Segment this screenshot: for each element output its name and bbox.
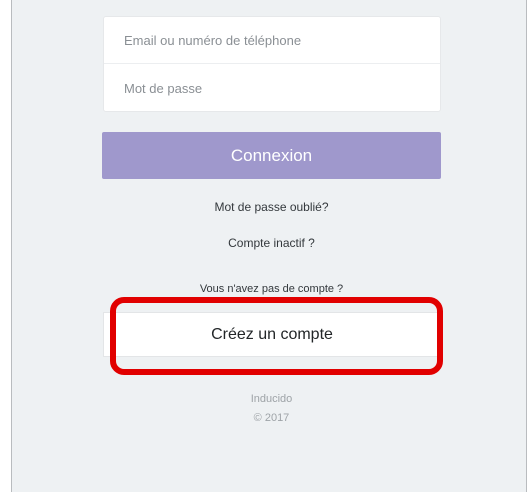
inactive-account-link[interactable]: Compte inactif ? [102, 236, 441, 250]
login-form: Email ou numéro de téléphone Mot de pass… [103, 16, 441, 112]
login-button[interactable]: Connexion [102, 132, 441, 179]
email-field[interactable]: Email ou numéro de téléphone [104, 17, 440, 64]
login-button-label: Connexion [230, 145, 313, 165]
create-account-button[interactable]: Créez un compte [103, 312, 441, 357]
email-placeholder: Email ou numéro de téléphone [124, 32, 302, 48]
no-account-text: Vous n'avez pas de compte ? [199, 283, 344, 295]
create-account-label: Créez un compte [211, 325, 333, 343]
footer-copyright: © 2017 [253, 412, 290, 424]
password-placeholder: Mot de passe [124, 81, 203, 96]
footer-brand: Inducido [250, 393, 293, 405]
password-field[interactable]: Mot de passe [104, 65, 440, 112]
forgot-password-link[interactable]: Mot de passe oublié? [102, 200, 441, 214]
